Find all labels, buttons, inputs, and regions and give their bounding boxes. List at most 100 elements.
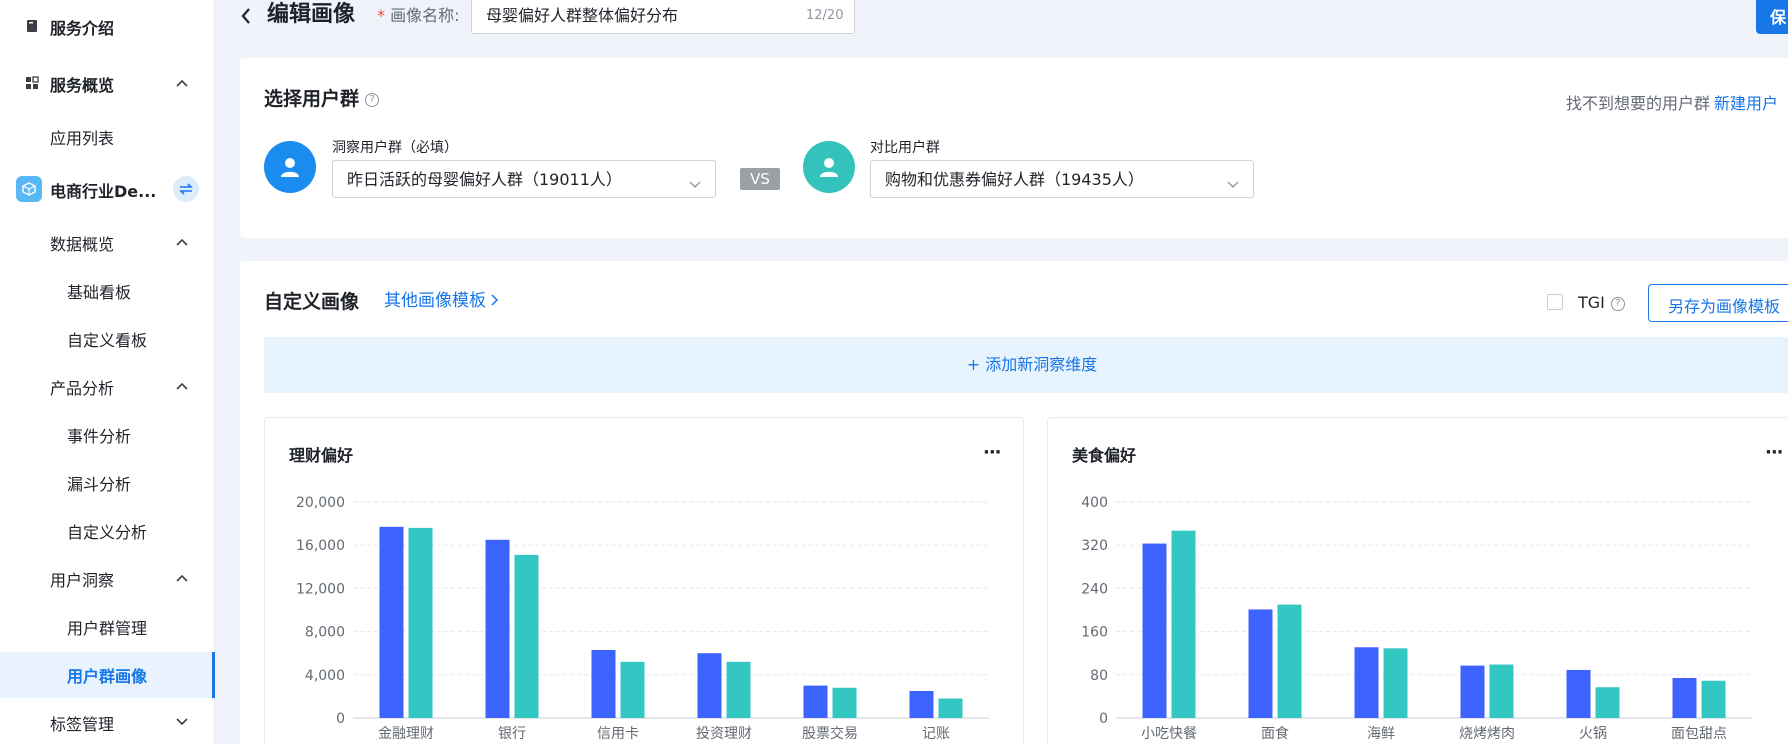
y-tick-label: 4,000 <box>305 668 345 684</box>
chevron-down-icon <box>175 715 189 729</box>
bar <box>938 698 963 718</box>
sidebar-item-label: 服务介绍 <box>50 19 115 38</box>
bar <box>591 649 616 718</box>
x-tick-label: 金融理财 <box>378 726 434 742</box>
x-tick-label: 信用卡 <box>597 726 639 742</box>
y-tick-label: 8,000 <box>305 625 345 641</box>
chevron-up-icon <box>175 235 189 249</box>
save-button[interactable]: 保 <box>1756 0 1788 34</box>
name-label-text: 画像名称: <box>390 6 460 25</box>
finance-bar-chart: 0 4,000 8,000 12,000 16,000 20,000 金融理财 银行 信用卡 投资… <box>296 495 989 742</box>
dashboard-icon <box>25 76 39 90</box>
bar <box>909 691 934 718</box>
insight-group-label: 洞察用户群（必填） <box>332 140 458 156</box>
select-group-title-text: 选择用户群 <box>264 88 360 110</box>
bar <box>1383 648 1408 718</box>
other-templates-link[interactable]: 其他画像模板 <box>384 286 499 311</box>
switch-icon[interactable] <box>173 176 199 202</box>
bar <box>620 661 645 718</box>
chevron-up-icon <box>175 571 189 585</box>
cant-find-text: 找不到想要的用户群 新建用户 <box>1566 90 1778 114</box>
food-bar-chart: 0 80 160 240 320 400 小吃快餐 面食 海鲜 烧烤烤肉 火锅 面包甜点 <box>1081 495 1752 742</box>
name-label: * 画像名称: <box>377 5 460 27</box>
y-tick-label: 0 <box>336 711 345 727</box>
sidebar-item-user-insight[interactable]: 用户洞察 <box>0 556 215 602</box>
vs-badge: VS <box>740 168 780 190</box>
tgi-label-text: TGI <box>1578 293 1605 312</box>
insight-group-value: 昨日活跃的母婴偏好人群（19011人） <box>347 170 622 189</box>
sidebar-item-label: 用户洞察 <box>50 571 115 590</box>
x-tick-label: 记账 <box>922 726 950 742</box>
back-arrow-icon[interactable] <box>240 6 256 26</box>
bar <box>832 687 857 718</box>
bar <box>485 539 510 718</box>
save-as-template-button[interactable]: 另存为画像模板 <box>1648 284 1788 322</box>
new-group-link[interactable]: 新建用户 <box>1714 94 1778 113</box>
sidebar-item-group-profile[interactable]: 用户群画像 <box>0 652 215 698</box>
x-tick-label: 银行 <box>498 726 526 742</box>
chevron-down-icon <box>689 174 701 188</box>
compare-group-avatar-icon <box>803 141 855 193</box>
chevron-right-icon <box>491 291 499 311</box>
y-tick-label: 400 <box>1081 495 1108 511</box>
required-mark: * <box>377 6 385 25</box>
sidebar-item-tag-manage[interactable]: 标签管理 <box>0 700 215 744</box>
sidebar-item-service-intro[interactable]: 服务介绍 <box>0 4 215 50</box>
help-icon[interactable]: ? <box>1610 296 1625 311</box>
chevron-up-icon <box>175 379 189 393</box>
x-tick-label: 股票交易 <box>802 725 858 742</box>
bar <box>1595 687 1620 718</box>
sidebar-item-custom-board[interactable]: 自定义看板 <box>0 316 215 362</box>
y-tick-label: 240 <box>1081 581 1108 597</box>
bar <box>408 527 433 718</box>
x-tick-label: 面包甜点 <box>1671 726 1727 742</box>
bar <box>1277 604 1302 718</box>
sidebar-item-data-overview[interactable]: 数据概览 <box>0 220 215 266</box>
sidebar-item-service-overview[interactable]: 服务概览 <box>0 61 215 107</box>
sidebar-item-app[interactable]: 电商行业De... <box>0 167 215 213</box>
x-tick-label: 海鲜 <box>1367 726 1395 742</box>
sidebar-item-basic-board[interactable]: 基础看板 <box>0 268 215 314</box>
sidebar-item-funnel-analysis[interactable]: 漏斗分析 <box>0 460 215 506</box>
chevron-up-icon <box>175 76 189 90</box>
compare-group-select[interactable]: 购物和优惠券偏好人群（19435人） <box>870 160 1254 198</box>
help-icon[interactable]: ? <box>365 92 380 107</box>
finance-chart-card: 理财偏好 ··· 0 4,000 8,000 12,000 16,000 20,000 金融… <box>264 417 1024 744</box>
bar <box>1460 665 1485 718</box>
x-tick-label: 投资理财 <box>696 726 752 742</box>
sidebar-item-label: 自定义看板 <box>67 331 148 350</box>
tgi-label: TGI? <box>1578 293 1625 312</box>
bar <box>1248 609 1273 718</box>
sidebar-item-app-list[interactable]: 应用列表 <box>0 114 215 160</box>
sidebar-item-label: 产品分析 <box>50 379 115 398</box>
y-tick-label: 80 <box>1090 668 1108 684</box>
bar <box>514 554 539 718</box>
compare-group-value: 购物和优惠券偏好人群（19435人） <box>885 170 1144 189</box>
sidebar-item-label: 应用列表 <box>50 129 115 148</box>
x-tick-label: 面食 <box>1261 725 1289 742</box>
sidebar: 服务介绍 服务概览 应用列表 电商行业De... 数据概览 基础看板 自定义看板… <box>0 0 215 744</box>
page-title: 编辑画像 <box>267 2 356 27</box>
profile-name-input[interactable]: 母婴偏好人群整体偏好分布 <box>471 0 855 34</box>
y-tick-label: 20,000 <box>296 495 345 511</box>
app-cube-icon <box>16 176 42 202</box>
x-tick-label: 烧烤烤肉 <box>1459 726 1515 742</box>
bar <box>1142 543 1167 718</box>
book-icon <box>25 19 39 33</box>
sidebar-item-label: 漏斗分析 <box>67 475 132 494</box>
y-tick-label: 0 <box>1099 711 1108 727</box>
bar <box>803 685 828 718</box>
select-group-title: 选择用户群? <box>264 84 380 111</box>
add-dimension-button[interactable]: + 添加新洞察维度 <box>264 337 1788 393</box>
x-tick-label: 火锅 <box>1579 726 1607 742</box>
tgi-checkbox[interactable] <box>1547 294 1563 310</box>
bar <box>1672 678 1697 718</box>
insight-group-select[interactable]: 昨日活跃的母婴偏好人群（19011人） <box>332 160 716 198</box>
sidebar-item-product-analysis[interactable]: 产品分析 <box>0 364 215 410</box>
sidebar-item-event-analysis[interactable]: 事件分析 <box>0 412 215 458</box>
sidebar-item-custom-analysis[interactable]: 自定义分析 <box>0 508 215 554</box>
sidebar-item-group-manage[interactable]: 用户群管理 <box>0 604 215 650</box>
chevron-down-icon <box>1227 174 1239 188</box>
bar <box>1489 664 1514 718</box>
compare-group-label: 对比用户群 <box>870 140 940 156</box>
